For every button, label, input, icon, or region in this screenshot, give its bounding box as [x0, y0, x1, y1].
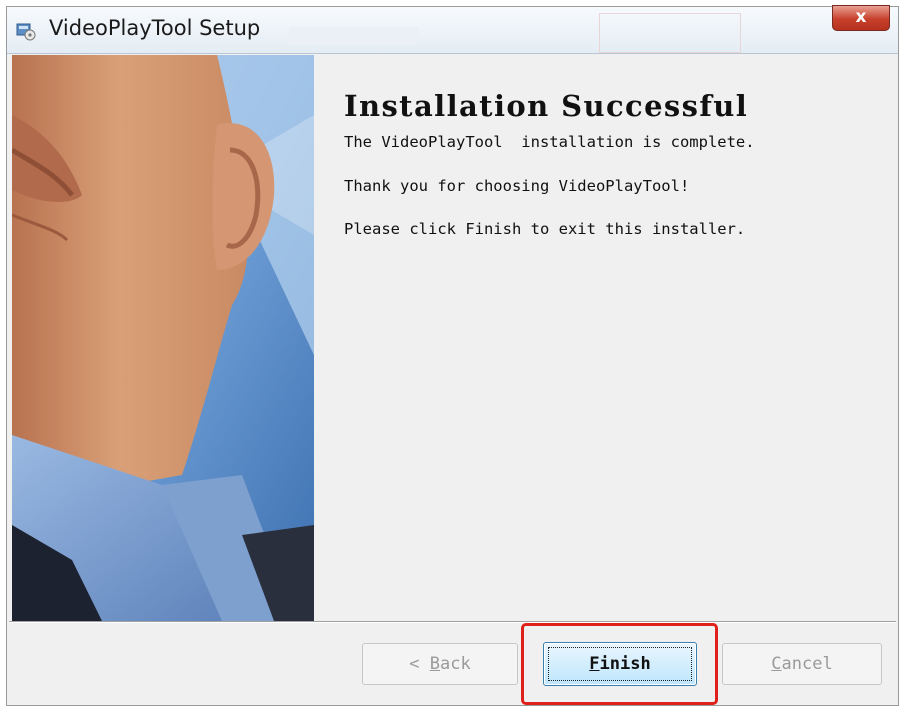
setup-window: VideoPlayTool Setup x Installation Succe…	[6, 5, 899, 706]
back-prefix: <	[409, 654, 430, 674]
title-bar-background-artifact	[289, 27, 419, 45]
cancel-button[interactable]: Cancel	[722, 643, 882, 685]
close-icon: x	[855, 7, 867, 27]
installer-icon	[16, 23, 36, 41]
finish-button[interactable]: Finish	[543, 642, 697, 686]
window-title: VideoPlayTool Setup	[49, 16, 261, 40]
close-button[interactable]: x	[832, 5, 890, 31]
back-button[interactable]: < Back	[362, 643, 518, 685]
focus-rectangle	[548, 647, 692, 681]
content-panel: Installation Successful The VideoPlayToo…	[314, 55, 898, 621]
back-label: ack	[440, 654, 471, 674]
installer-side-image	[12, 55, 314, 621]
cancel-mnemonic: C	[771, 654, 782, 674]
finish-instruction: Please click Finish to exit this install…	[344, 220, 746, 238]
button-bar-divider	[9, 621, 896, 623]
back-mnemonic: B	[429, 654, 440, 674]
completion-message: The VideoPlayTool installation is comple…	[344, 133, 755, 151]
title-bar[interactable]: VideoPlayTool Setup x	[7, 5, 898, 54]
man-portrait-image	[12, 55, 314, 621]
thanks-message: Thank you for choosing VideoPlayTool!	[344, 177, 690, 195]
cancel-label: ancel	[781, 654, 833, 674]
title-bar-background-artifact	[599, 13, 741, 53]
page-title: Installation Successful	[344, 89, 749, 123]
